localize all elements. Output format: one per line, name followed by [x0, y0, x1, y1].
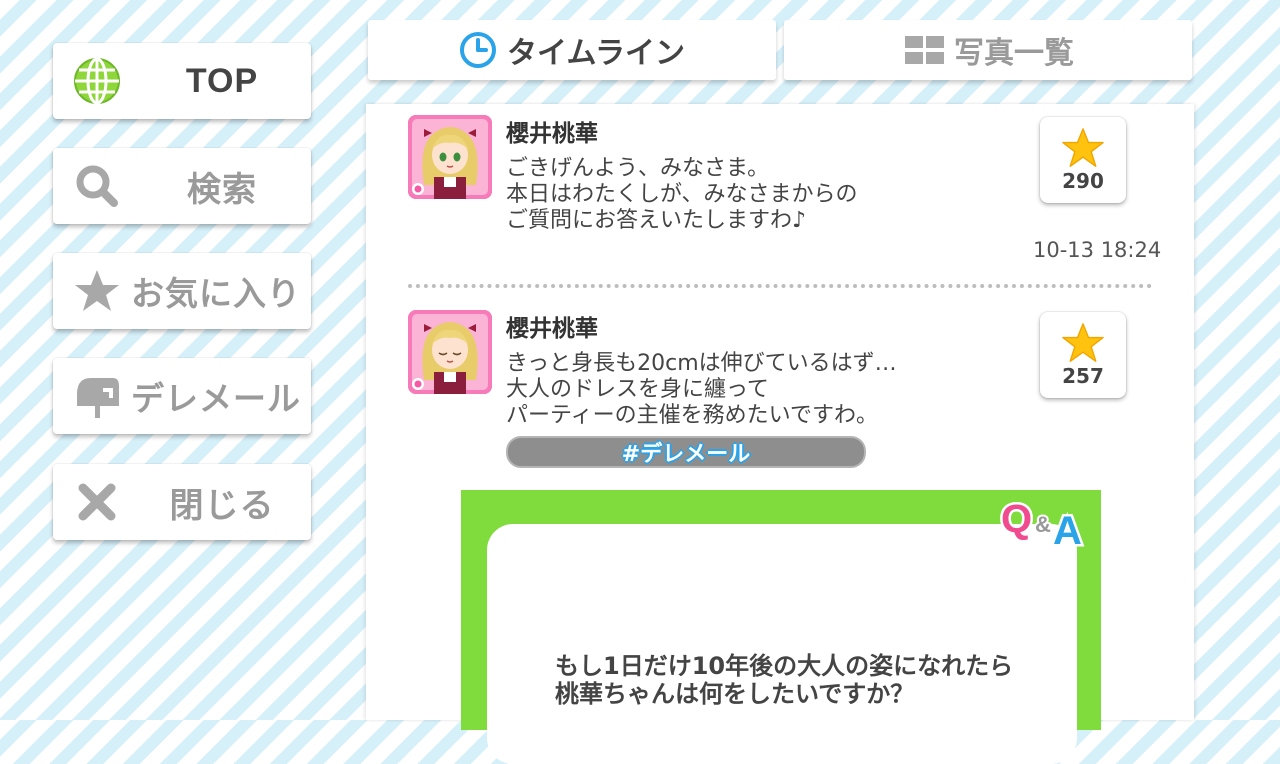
close-icon [78, 483, 116, 521]
sidebar-item-label: 閉じる [169, 485, 275, 526]
post-text-line: パーティーの主催を務めたいですわ。 [506, 403, 879, 428]
post-author: 櫻井桃華 [506, 316, 598, 342]
sidebar-item-search[interactable]: 検索 [53, 148, 311, 224]
mailbox-icon [77, 378, 119, 418]
tab-label: 写真一覧 [954, 36, 1074, 71]
sidebar-item-favorites[interactable]: お気に入り [53, 253, 311, 329]
star-icon [1062, 323, 1104, 362]
avatar[interactable] [408, 115, 492, 199]
avatar[interactable] [408, 310, 492, 394]
qa-card-inner: もし1日だけ10年後の大人の姿になれたら 桃華ちゃんは何をしたいですか？ [487, 524, 1077, 764]
sidebar-item-label: お気に入り [131, 274, 301, 313]
like-count: 257 [1062, 364, 1104, 388]
search-icon [76, 165, 118, 207]
tab-label: タイムライン [507, 36, 685, 71]
tab-photos[interactable]: 写真一覧 [784, 20, 1192, 80]
sidebar-item-close[interactable]: 閉じる [53, 464, 311, 540]
like-button[interactable]: 290 [1040, 117, 1126, 203]
qa-question-line: 桃華ちゃんは何をしたいですか？ [555, 680, 915, 708]
sidebar-item-label: デレメール [131, 379, 301, 418]
hashtag-button[interactable]: #デレメール [506, 436, 866, 468]
tab-timeline[interactable]: タイムライン [368, 20, 776, 80]
globe-icon [74, 57, 120, 105]
clock-icon [460, 32, 497, 68]
qa-image[interactable]: もし1日だけ10年後の大人の姿になれたら 桃華ちゃんは何をしたいですか？ Q &… [461, 490, 1101, 764]
sidebar-item-label: 検索 [187, 169, 257, 210]
post-text-line: ご質問にお答えいたしますわ♪ [506, 208, 807, 233]
post-author: 櫻井桃華 [506, 121, 598, 147]
sidebar-item-label: TOP [185, 61, 259, 100]
like-count: 290 [1062, 169, 1104, 193]
star-icon [1062, 128, 1104, 167]
sidebar-item-top[interactable]: TOP [53, 43, 311, 119]
like-button[interactable]: 257 [1040, 312, 1126, 398]
character-portrait [408, 310, 492, 394]
character-portrait [408, 115, 492, 199]
star-icon [75, 270, 119, 311]
svg-text:A: A [1053, 509, 1082, 550]
post-divider [408, 284, 1152, 288]
grid-icon [905, 36, 944, 64]
timeline-panel[interactable]: 櫻井桃華 ごきげんよう、みなさま。 本日はわたくしが、みなさまからの ご質問にお… [366, 104, 1194, 764]
sidebar-item-deremail[interactable]: デレメール [53, 358, 311, 434]
qa-logo: Q & A [999, 495, 1084, 551]
post-timestamp: 10-13 18:24 [1033, 238, 1162, 262]
svg-text:Q: Q [1001, 497, 1032, 541]
svg-text:&: & [1035, 512, 1051, 537]
